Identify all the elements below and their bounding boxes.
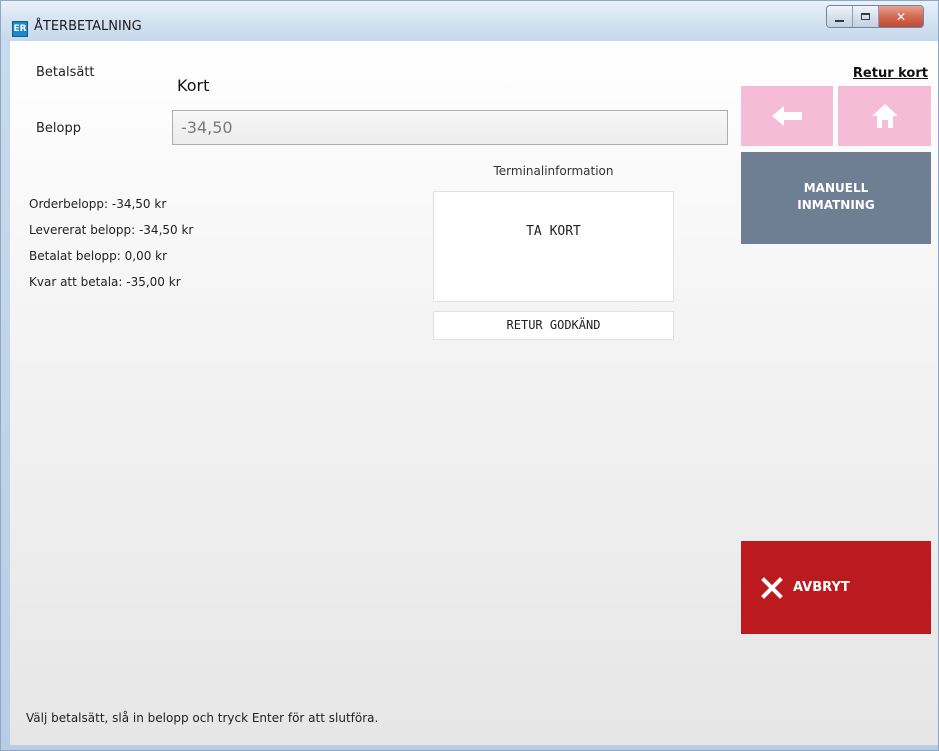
terminal-status: RETUR GODKÄND	[433, 311, 674, 340]
cancel-button[interactable]: AVBRYT	[741, 541, 931, 634]
remaining-amount: Kvar att betala: -35,00 kr	[29, 275, 181, 289]
footer-hint: Välj betalsätt, slå in belopp och tryck …	[26, 711, 379, 725]
content-area: Betalsätt Kort Belopp -34,50 Orderbelopp…	[10, 41, 938, 745]
title-bar[interactable]: ER ÅTERBETALNING ✕	[1, 1, 938, 41]
minimize-icon	[835, 19, 844, 22]
cancel-label: AVBRYT	[793, 580, 850, 595]
manual-entry-button[interactable]: MANUELL INMATNING	[741, 152, 931, 244]
arrow-left-icon	[772, 106, 802, 126]
maximize-icon	[861, 13, 870, 20]
back-button[interactable]	[741, 86, 833, 146]
terminal-display-text: TA KORT	[526, 224, 581, 239]
manual-entry-line1: MANUELL	[803, 181, 869, 195]
x-icon	[761, 576, 783, 599]
amount-label: Belopp	[36, 121, 81, 136]
home-button[interactable]	[838, 86, 931, 146]
manual-entry-line2: INMATNING	[797, 198, 875, 212]
terminal-display: TA KORT	[433, 191, 674, 302]
close-icon: ✕	[895, 9, 907, 24]
mode-title: Retur kort	[852, 66, 928, 81]
order-amount: Orderbelopp: -34,50 kr	[29, 197, 167, 211]
home-icon	[871, 104, 898, 128]
refund-window: ER ÅTERBETALNING ✕ Betalsätt Kort Belopp…	[0, 0, 939, 751]
payment-method-label: Betalsätt	[36, 65, 95, 80]
amount-input[interactable]: -34,50	[172, 110, 728, 145]
delivered-amount: Levererat belopp: -34,50 kr	[29, 223, 194, 237]
terminal-info-title: Terminalinformation	[493, 164, 614, 178]
payment-method-value[interactable]: Kort	[177, 76, 209, 95]
paid-amount: Betalat belopp: 0,00 kr	[29, 249, 168, 263]
window-controls: ✕	[826, 5, 924, 28]
close-button[interactable]: ✕	[879, 6, 923, 27]
maximize-button[interactable]	[853, 6, 879, 27]
er-app-icon: ER	[12, 21, 28, 37]
minimize-button[interactable]	[827, 6, 853, 27]
window-title: ÅTERBETALNING	[34, 19, 142, 34]
